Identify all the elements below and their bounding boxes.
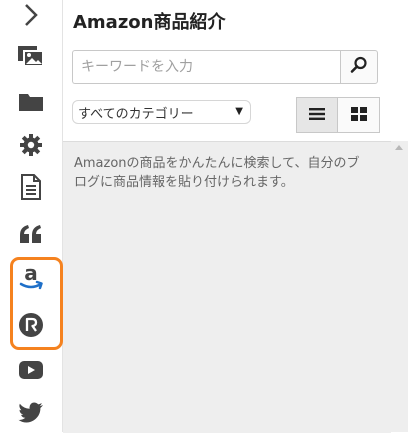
highlight-frame xyxy=(10,257,63,350)
results-scrollbar[interactable] xyxy=(391,141,408,432)
search-button[interactable] xyxy=(340,50,378,84)
list-icon xyxy=(309,106,325,125)
category-selected-label: すべてのカテゴリー xyxy=(78,106,194,122)
list-view-button[interactable] xyxy=(296,97,338,133)
icon-sidebar: a xyxy=(0,0,63,432)
sidebar-item-folder[interactable] xyxy=(0,82,62,122)
help-message: Amazonの商品をかんたんに検索して、自分のブログに商品情報を貼り付けられます… xyxy=(74,156,360,190)
sidebar-item-quote[interactable] xyxy=(0,214,62,254)
twitter-icon xyxy=(18,402,44,424)
gallery-icon xyxy=(17,44,45,68)
sidebar-item-youtube[interactable] xyxy=(0,350,62,390)
chevron-right-icon xyxy=(23,3,39,27)
amazon-panel: Amazon商品紹介 すべてのカテゴリー ▼ xyxy=(63,0,408,433)
sidebar-item-document[interactable] xyxy=(0,167,62,207)
youtube-icon xyxy=(18,360,44,380)
dropdown-arrow-icon: ▼ xyxy=(235,106,243,117)
collapse-sidebar-button[interactable] xyxy=(0,0,62,35)
panel-title: Amazon商品紹介 xyxy=(73,12,226,33)
gear-icon xyxy=(19,133,43,157)
quote-icon xyxy=(19,224,43,244)
folder-icon xyxy=(18,91,44,113)
search-input[interactable] xyxy=(72,50,340,84)
grid-view-button[interactable] xyxy=(338,97,380,133)
sidebar-item-twitter[interactable] xyxy=(0,393,62,433)
results-area: Amazonの商品をかんたんに検索して、自分のブログに商品情報を貼り付けられます… xyxy=(63,141,391,433)
view-toggle xyxy=(296,97,380,133)
search-icon xyxy=(350,56,368,78)
document-icon xyxy=(20,174,42,200)
scroll-up-arrow-icon[interactable] xyxy=(395,145,403,150)
sidebar-item-gallery[interactable] xyxy=(0,36,62,76)
category-select[interactable]: すべてのカテゴリー ▼ xyxy=(72,100,251,124)
grid-icon xyxy=(350,106,367,125)
sidebar-item-settings[interactable] xyxy=(0,125,62,165)
